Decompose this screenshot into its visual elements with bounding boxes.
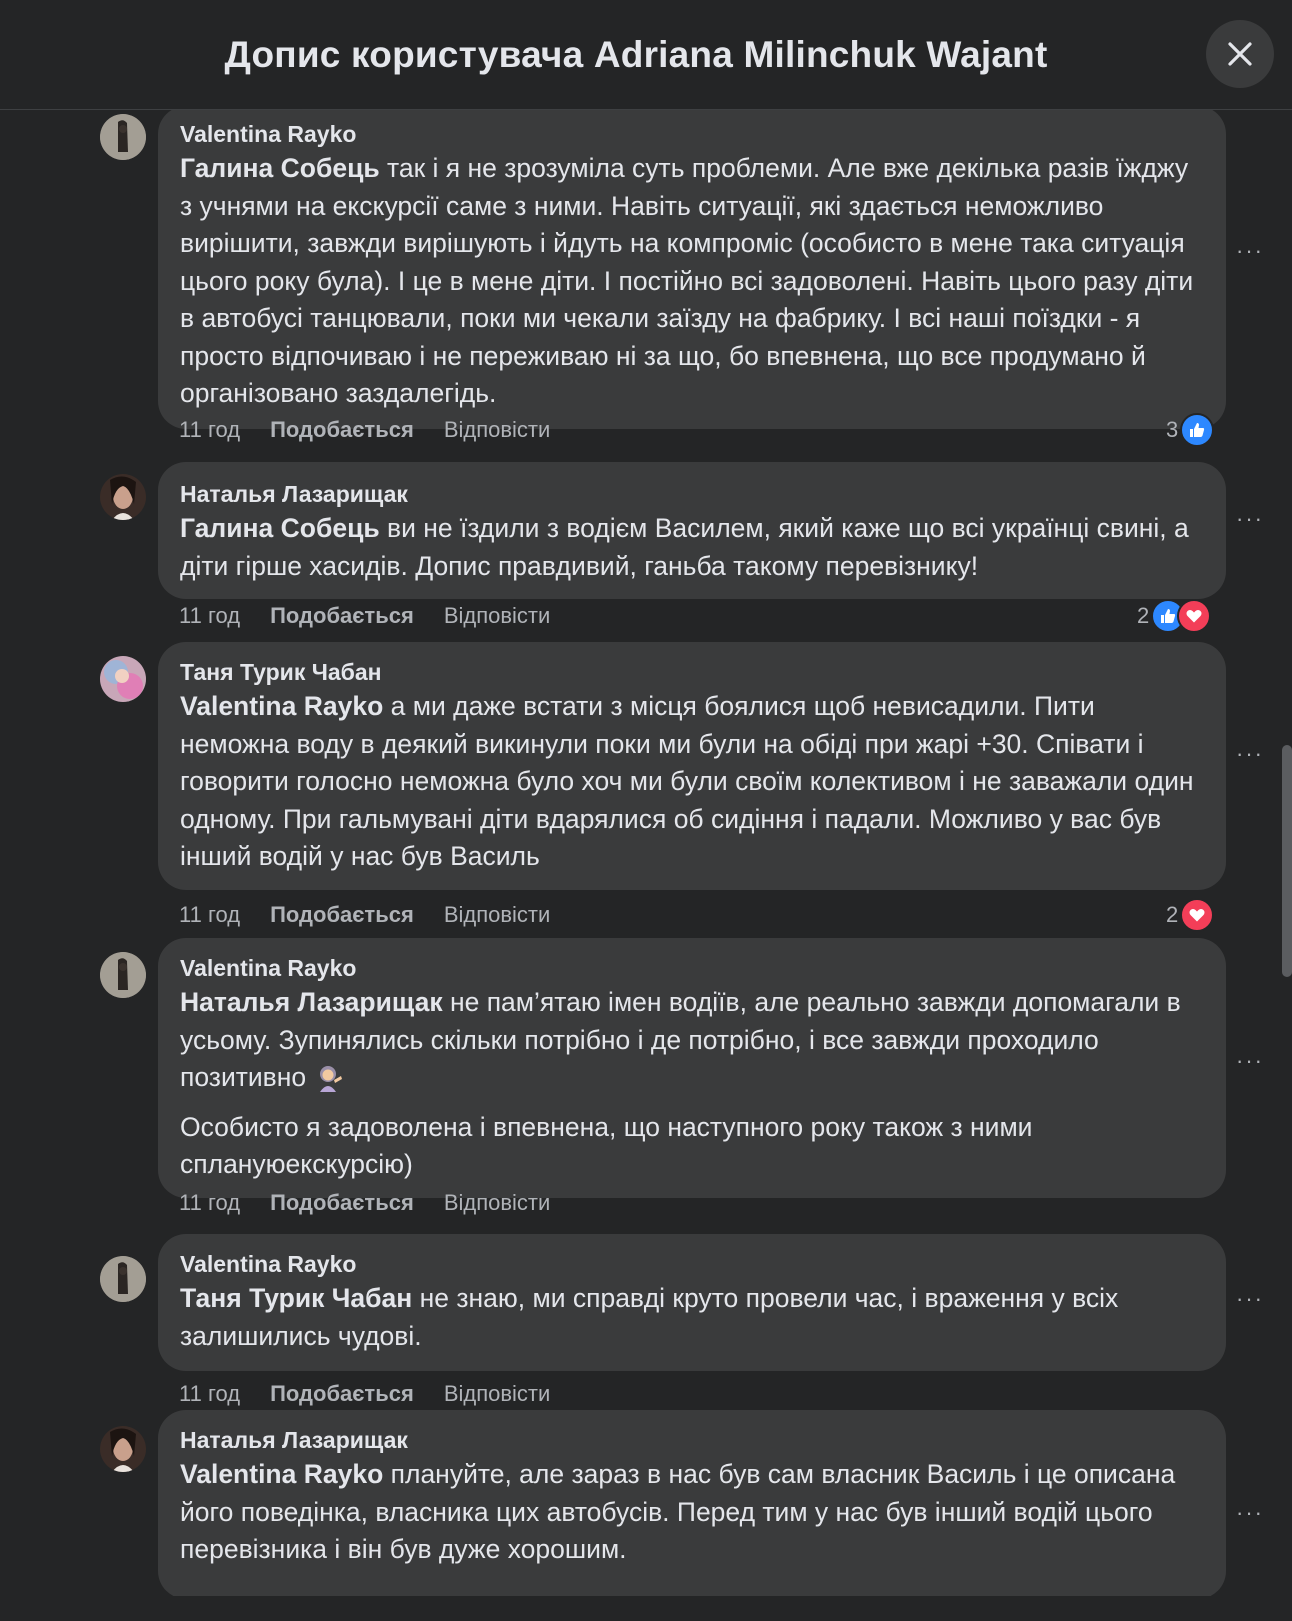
reply-button[interactable]: Відповісти — [444, 902, 551, 928]
comment-actions: 11 год Подобається Відповісти — [179, 415, 550, 445]
reply-button[interactable]: Відповісти — [444, 417, 551, 443]
post-dialog: Допис користувача Adriana Milinchuk Waja… — [0, 0, 1292, 1621]
avatar[interactable] — [100, 114, 146, 160]
reactions-summary[interactable]: 2 — [1166, 897, 1215, 933]
comment-actions: 11 год Подобається Відповісти — [179, 1188, 550, 1218]
close-button[interactable] — [1206, 20, 1274, 88]
reply-button[interactable]: Відповісти — [444, 1381, 551, 1407]
comment-actions: 11 год Подобається Відповісти — [179, 1379, 550, 1409]
woman-tipping-hand-emoji-icon — [319, 1066, 342, 1092]
reaction-count: 2 — [1166, 902, 1179, 927]
comment-text: Галина Собець так і я не зрозуміла суть … — [180, 153, 1194, 408]
like-button[interactable]: Подобається — [270, 1381, 414, 1407]
like-button[interactable]: Подобається — [270, 603, 414, 629]
reactions-summary[interactable]: 2 — [1137, 598, 1212, 634]
comment-bubble: Таня Турик Чабан Valentina Rayko а ми да… — [158, 642, 1226, 890]
comment-time[interactable]: 11 год — [179, 603, 240, 629]
avatar[interactable] — [100, 474, 146, 520]
like-button[interactable]: Подобається — [270, 1190, 414, 1216]
bottom-edge — [0, 1596, 1292, 1621]
avatar[interactable] — [100, 1256, 146, 1302]
comment-author[interactable]: Наталья Лазарищак — [180, 1424, 1204, 1456]
scrollbar-thumb[interactable] — [1282, 745, 1292, 977]
mention-link[interactable]: Галина Собець — [180, 153, 380, 183]
dialog-header: Допис користувача Adriana Milinchuk Waja… — [0, 0, 1292, 110]
comment-text: Таня Турик Чабан не знаю, ми справді кру… — [180, 1283, 1119, 1351]
avatar[interactable] — [100, 952, 146, 998]
comment-bubble: Наталья Лазарищак Галина Собець ви не їз… — [158, 462, 1226, 599]
mention-link[interactable]: Valentina Rayko — [180, 691, 383, 721]
comment-time[interactable]: 11 год — [179, 902, 240, 928]
reply-button[interactable]: Відповісти — [444, 1190, 551, 1216]
more-options-button[interactable]: ··· — [1236, 506, 1264, 532]
comment-text: Галина Собець ви не їздили з водієм Васи… — [180, 513, 1189, 581]
mention-link[interactable]: Valentina Rayko — [180, 1459, 383, 1489]
comment-author[interactable]: Valentina Rayko — [180, 952, 1204, 984]
more-options-button[interactable]: ··· — [1236, 1286, 1264, 1312]
comment-text-paragraph-2: Особисто я задоволена і впевнена, що нас… — [180, 1111, 1033, 1180]
comment-time[interactable]: 11 год — [179, 1381, 240, 1407]
more-options-button[interactable]: ··· — [1236, 1500, 1264, 1526]
like-reaction-icon — [1180, 413, 1215, 447]
comment-actions: 11 год Подобається Відповісти — [179, 601, 550, 631]
more-options-button[interactable]: ··· — [1236, 741, 1264, 767]
comment-author[interactable]: Наталья Лазарищак — [180, 478, 1204, 510]
avatar[interactable] — [100, 656, 146, 702]
reactions-summary[interactable]: 3 — [1166, 412, 1215, 448]
comment-actions: 11 год Подобається Відповісти — [179, 900, 550, 930]
love-reaction-icon — [1177, 599, 1212, 633]
mention-link[interactable]: Таня Турик Чабан — [180, 1283, 412, 1313]
more-options-button[interactable]: ··· — [1236, 1048, 1264, 1074]
comment-text: Valentina Rayko а ми даже встати з місця… — [180, 691, 1194, 871]
comment-time[interactable]: 11 год — [179, 417, 240, 443]
comment-time[interactable]: 11 год — [179, 1190, 240, 1216]
comment-text: Наталья Лазарищак не пам’ятаю імен водії… — [180, 984, 1204, 1184]
comment-author[interactable]: Valentina Rayko — [180, 118, 1204, 150]
comment-author[interactable]: Таня Турик Чабан — [180, 656, 1204, 688]
love-reaction-icon — [1180, 898, 1215, 932]
more-options-button[interactable]: ··· — [1236, 238, 1264, 264]
comment-author[interactable]: Valentina Rayko — [180, 1248, 1204, 1280]
comment-text: Valentina Rayko плануйте, але зараз в на… — [180, 1459, 1176, 1564]
avatar[interactable] — [100, 1426, 146, 1472]
comment-bubble: Наталья Лазарищак Valentina Rayko плануй… — [158, 1410, 1226, 1596]
close-icon — [1228, 42, 1252, 66]
comment-bubble: Valentina Rayko Галина Собець так і я не… — [158, 110, 1226, 429]
mention-link[interactable]: Наталья Лазарищак — [180, 987, 443, 1017]
like-button[interactable]: Подобається — [270, 417, 414, 443]
comments-list[interactable]: Valentina Rayko Галина Собець так і я не… — [0, 110, 1292, 1596]
mention-link[interactable]: Галина Собець — [180, 513, 380, 543]
like-button[interactable]: Подобається — [270, 902, 414, 928]
reaction-count: 2 — [1137, 603, 1150, 628]
dialog-title: Допис користувача Adriana Milinchuk Waja… — [224, 33, 1048, 75]
comment-bubble: Valentina Rayko Наталья Лазарищак не пам… — [158, 938, 1226, 1198]
comment-bubble: Valentina Rayko Таня Турик Чабан не знаю… — [158, 1234, 1226, 1371]
reaction-count: 3 — [1166, 417, 1179, 442]
reply-button[interactable]: Відповісти — [444, 603, 551, 629]
